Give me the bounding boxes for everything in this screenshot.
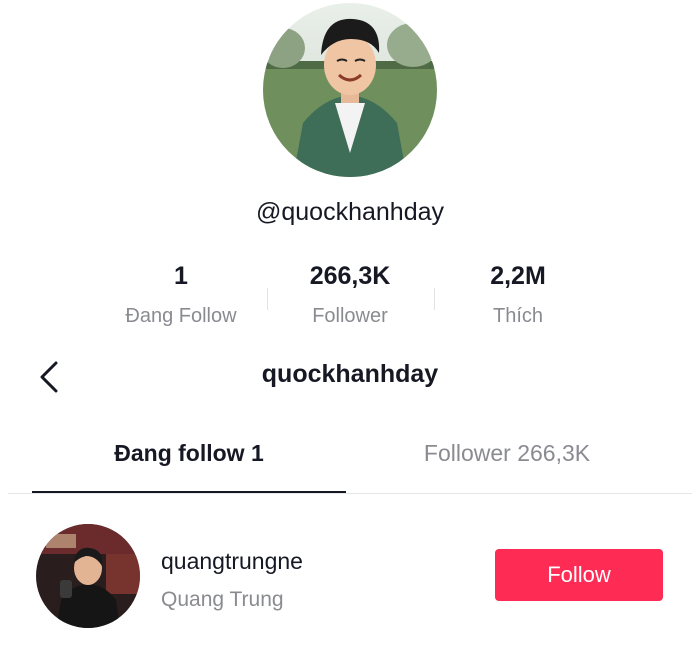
stat-following[interactable]: 1 Đang Follow xyxy=(101,262,261,328)
tab-followers[interactable]: Follower 266,3K xyxy=(350,440,664,480)
stat-likes[interactable]: 2,2M Thích xyxy=(438,262,598,328)
profile-handle: @quockhanhday xyxy=(255,198,444,226)
stat-likes-value: 2,2M xyxy=(490,262,546,290)
stat-likes-label: Thích xyxy=(492,305,544,327)
profile-avatar xyxy=(263,3,437,177)
list-item-display-name: Quang Trung xyxy=(161,588,284,611)
stat-following-value: 1 xyxy=(174,262,188,290)
avatar[interactable] xyxy=(36,524,140,628)
follow-button[interactable]: Follow xyxy=(495,549,663,601)
tab-divider xyxy=(8,493,692,494)
stat-followers-label: Follower xyxy=(312,305,388,327)
stat-followers[interactable]: 266,3K Follower xyxy=(270,262,430,328)
stat-followers-value: 266,3K xyxy=(309,262,391,290)
stat-following-label: Đang Follow xyxy=(125,305,237,327)
list-item-username[interactable]: quangtrungne xyxy=(161,548,303,575)
stat-divider xyxy=(267,288,268,310)
tab-following[interactable]: Đang follow 1 xyxy=(32,440,346,480)
page-title: quockhanhday xyxy=(261,360,439,388)
stat-divider xyxy=(434,288,435,310)
